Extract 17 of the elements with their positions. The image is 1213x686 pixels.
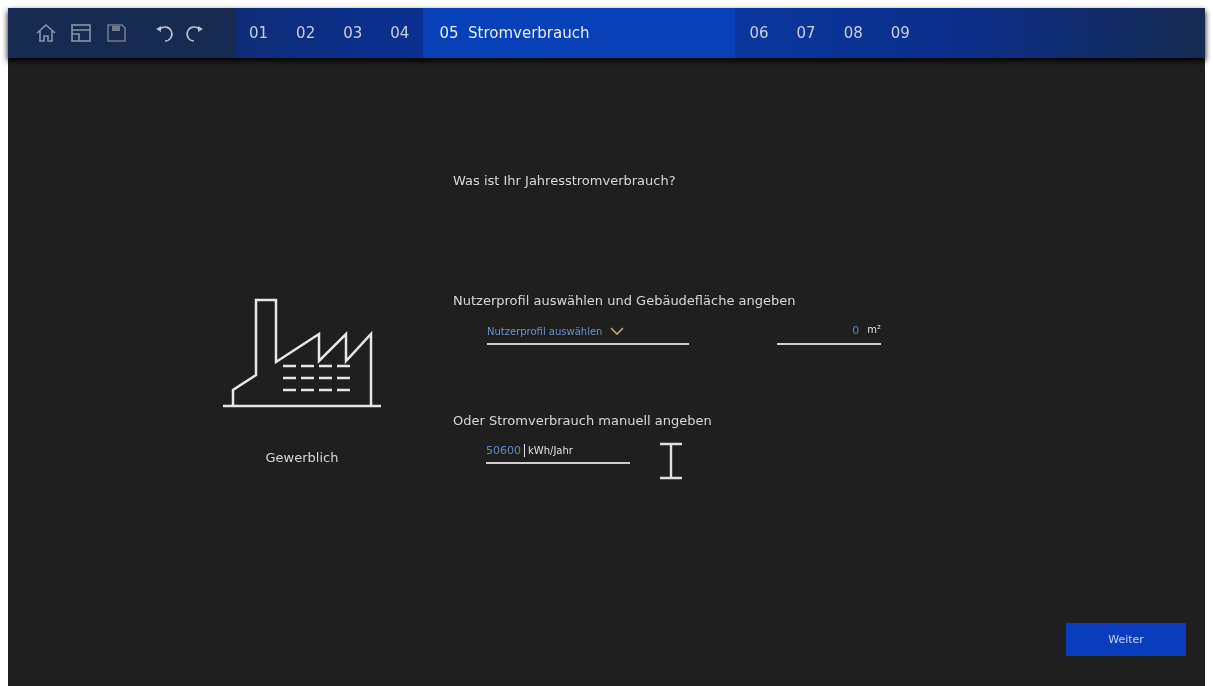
step-tab[interactable]: 02 xyxy=(282,8,330,58)
profile-dropdown[interactable]: Nutzerprofil auswählen xyxy=(487,326,689,345)
question-text: Was ist Ihr Jahresstromverbrauch? xyxy=(453,173,677,188)
consumption-field[interactable]: 50600 kWh/Jahr xyxy=(486,444,630,464)
step-tab[interactable]: 08 xyxy=(829,8,877,58)
step-tab[interactable]: 04 xyxy=(376,8,424,58)
area-field[interactable]: 0 m² xyxy=(777,324,881,345)
step-tab[interactable]: 07 xyxy=(782,8,830,58)
step-tab[interactable]: 06 xyxy=(735,8,783,58)
section-label: Nutzerprofil auswählen und Gebäudefläche angeben xyxy=(453,293,797,308)
next-button[interactable]: Weiter xyxy=(1066,623,1186,656)
category-label: Gewerblich xyxy=(265,450,339,465)
step-tab[interactable]: 09 xyxy=(876,8,924,58)
step-tab[interactable]: 03 xyxy=(329,8,377,58)
step-tab[interactable]: 01 xyxy=(235,8,283,58)
section-label: Oder Stromverbrauch manuell angeben xyxy=(453,413,713,428)
step-tab[interactable]: 05 Stromverbrauch xyxy=(423,8,736,58)
